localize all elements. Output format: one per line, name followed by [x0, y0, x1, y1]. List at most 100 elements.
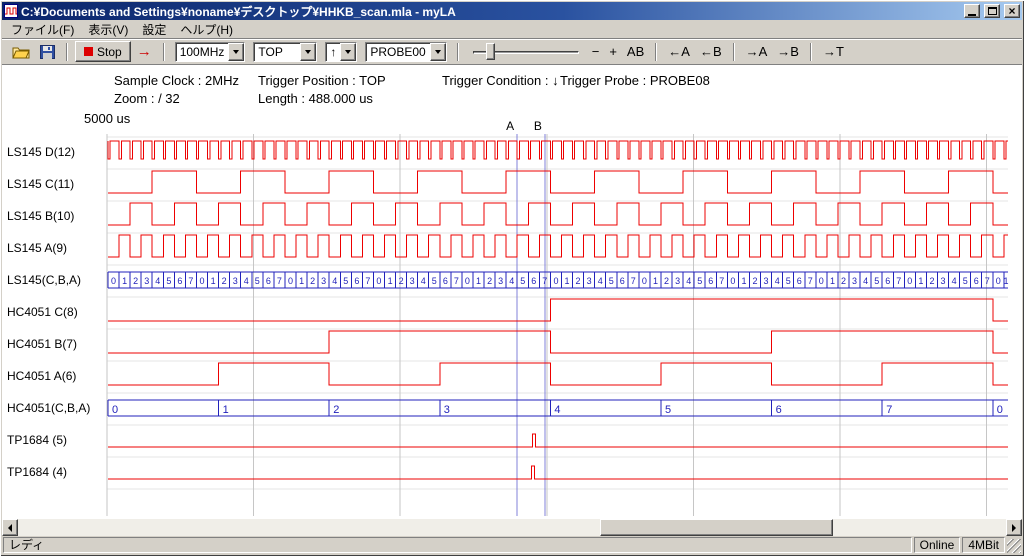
chevron-down-icon[interactable] [430, 43, 446, 61]
minimize-icon [968, 14, 976, 16]
svg-text:7: 7 [542, 276, 547, 286]
trigger-position-combo[interactable]: TOP [253, 42, 317, 62]
scrollbar-thumb[interactable] [600, 519, 833, 536]
close-button[interactable]: × [1004, 4, 1020, 18]
trigger-edge-combo[interactable]: ↑ [325, 42, 357, 62]
svg-text:2: 2 [222, 276, 227, 286]
trigger-probe-value: PROBE00 [366, 43, 429, 61]
svg-text:4: 4 [686, 276, 691, 286]
menu-view[interactable]: 表示(V) [81, 20, 135, 39]
svg-text:3: 3 [233, 276, 238, 286]
open-button[interactable] [8, 43, 34, 61]
svg-text:4: 4 [863, 276, 868, 286]
svg-text:7: 7 [719, 276, 724, 286]
svg-text:3: 3 [410, 276, 415, 286]
goto-marker-b-button[interactable]: ←B [696, 42, 726, 61]
svg-text:0: 0 [553, 276, 558, 286]
chevron-down-icon[interactable] [340, 43, 356, 61]
sample-clock-value: 100MHz [176, 43, 229, 61]
svg-text:4: 4 [952, 276, 957, 286]
svg-text:4: 4 [332, 276, 337, 286]
svg-text:6: 6 [177, 276, 182, 286]
svg-text:0: 0 [997, 404, 1003, 416]
svg-text:3: 3 [852, 276, 857, 286]
svg-text:2: 2 [399, 276, 404, 286]
titlebar[interactable]: C:¥Documents and Settings¥noname¥デスクトップ¥… [2, 2, 1022, 20]
svg-text:2: 2 [929, 276, 934, 286]
svg-text:5: 5 [255, 276, 260, 286]
marker-label: A [506, 119, 514, 133]
svg-text:3: 3 [587, 276, 592, 286]
svg-text:1: 1 [476, 276, 481, 286]
svg-text:5: 5 [786, 276, 791, 286]
goto-marker-a-button[interactable]: ←A [664, 42, 694, 61]
minimize-button[interactable] [964, 4, 980, 18]
open-folder-icon [12, 45, 30, 59]
svg-text:2: 2 [664, 276, 669, 286]
status-message: レディ [3, 537, 912, 553]
svg-text:1: 1 [918, 276, 923, 286]
scrollbar-track[interactable] [18, 519, 1006, 536]
svg-text:6: 6 [266, 276, 271, 286]
svg-text:3: 3 [144, 276, 149, 286]
resize-grip[interactable] [1007, 539, 1021, 553]
run-button[interactable]: → [133, 41, 156, 62]
sample-clock-combo[interactable]: 100MHz [175, 42, 246, 62]
svg-text:0: 0 [288, 276, 293, 286]
zoom-slider[interactable] [470, 41, 582, 63]
menu-settings[interactable]: 設定 [135, 20, 173, 39]
toolbar-separator [457, 43, 459, 61]
svg-text:7: 7 [808, 276, 813, 286]
chevron-down-icon[interactable] [300, 43, 316, 61]
svg-text:0: 0 [376, 276, 381, 286]
goto-trigger-button[interactable]: →T [819, 42, 848, 61]
zoom-in-button[interactable]: + [605, 42, 621, 61]
app-icon [4, 4, 18, 18]
client-area: Sample Clock : 2MHz Trigger Position : T… [2, 64, 1022, 519]
svg-text:7: 7 [631, 276, 636, 286]
chevron-down-icon[interactable] [228, 43, 244, 61]
svg-text:6: 6 [708, 276, 713, 286]
svg-text:5: 5 [609, 276, 614, 286]
status-memory: 4MBit [962, 537, 1005, 553]
trigger-probe-combo[interactable]: PROBE00 [365, 42, 446, 62]
zoom-out-button[interactable]: − [588, 42, 604, 61]
stop-label: Stop [97, 45, 122, 59]
horizontal-scrollbar[interactable] [2, 519, 1022, 536]
stop-button[interactable]: Stop [75, 41, 131, 62]
next-marker-b-button[interactable]: →B [773, 42, 803, 61]
zoom-slider-thumb[interactable] [486, 43, 495, 60]
svg-text:7: 7 [985, 276, 990, 286]
svg-text:5: 5 [520, 276, 525, 286]
svg-text:3: 3 [763, 276, 768, 286]
marker-label: B [534, 119, 542, 133]
menubar: ファイル(F) 表示(V) 設定 ヘルプ(H) [2, 20, 1022, 38]
menu-help[interactable]: ヘルプ(H) [173, 20, 240, 39]
svg-text:0: 0 [907, 276, 912, 286]
svg-text:5: 5 [665, 404, 671, 416]
save-button[interactable] [36, 43, 59, 61]
toolbar-separator [66, 43, 68, 61]
toolbar-separator [733, 43, 735, 61]
toolbar-separator [655, 43, 657, 61]
svg-text:4: 4 [775, 276, 780, 286]
svg-text:1: 1 [211, 276, 216, 286]
svg-text:2: 2 [133, 276, 138, 286]
svg-text:0: 0 [465, 276, 470, 286]
menu-file[interactable]: ファイル(F) [4, 20, 81, 39]
svg-text:1: 1 [1003, 276, 1008, 286]
svg-text:5: 5 [166, 276, 171, 286]
svg-text:7: 7 [277, 276, 282, 286]
svg-text:3: 3 [940, 276, 945, 286]
next-marker-a-button[interactable]: →A [742, 42, 772, 61]
scroll-right-button[interactable] [1006, 519, 1022, 536]
svg-text:1: 1 [223, 404, 229, 416]
svg-text:0: 0 [199, 276, 204, 286]
scroll-left-button[interactable] [2, 519, 18, 536]
svg-text:6: 6 [354, 276, 359, 286]
maximize-icon [988, 7, 997, 15]
show-ab-button[interactable]: AB [623, 42, 648, 61]
svg-text:4: 4 [554, 404, 560, 416]
maximize-button[interactable] [984, 4, 1000, 18]
plot-container: AB01234567012345670123456701234567012345… [2, 65, 1022, 519]
